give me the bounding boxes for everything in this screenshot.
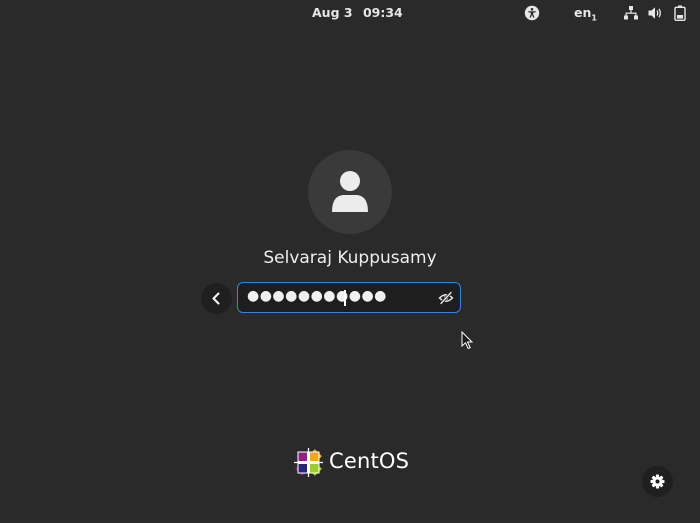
language-index: 1 <box>591 13 597 23</box>
accessibility-icon[interactable] <box>524 5 540 21</box>
centos-emblem-icon <box>294 448 323 477</box>
chevron-left-icon <box>212 292 220 305</box>
user-avatar <box>308 150 392 234</box>
top-bar: Aug 3 09:34 en1 <box>0 0 700 26</box>
login-screen: Aug 3 09:34 en1 Selvaraj Kuppusamy ●●●●●… <box>0 0 700 523</box>
network-icon[interactable] <box>623 5 639 21</box>
volume-icon[interactable] <box>647 5 663 21</box>
clock-time: 09:34 <box>362 5 403 20</box>
username-label: Selvaraj Kuppusamy <box>263 248 437 268</box>
clock-button[interactable]: Aug 3 09:34 <box>312 5 403 20</box>
mouse-pointer-icon <box>461 330 474 350</box>
back-button[interactable] <box>201 283 232 314</box>
eye-slash-icon[interactable] <box>438 290 454 306</box>
language-label: en <box>574 5 592 20</box>
gear-icon <box>650 474 665 489</box>
person-icon <box>332 171 368 212</box>
password-mask: ●●●●●●●●●●● <box>247 288 387 304</box>
session-settings-button[interactable] <box>642 466 673 497</box>
clock-date: Aug 3 <box>312 5 353 20</box>
centos-logo: CentOS <box>292 446 412 480</box>
password-input[interactable]: ●●●●●●●●●●● <box>237 282 461 313</box>
battery-icon[interactable] <box>673 5 687 21</box>
keyboard-layout-indicator[interactable]: en1 <box>574 5 597 23</box>
text-caret <box>344 290 346 306</box>
logo-text: CentOS <box>329 449 410 473</box>
